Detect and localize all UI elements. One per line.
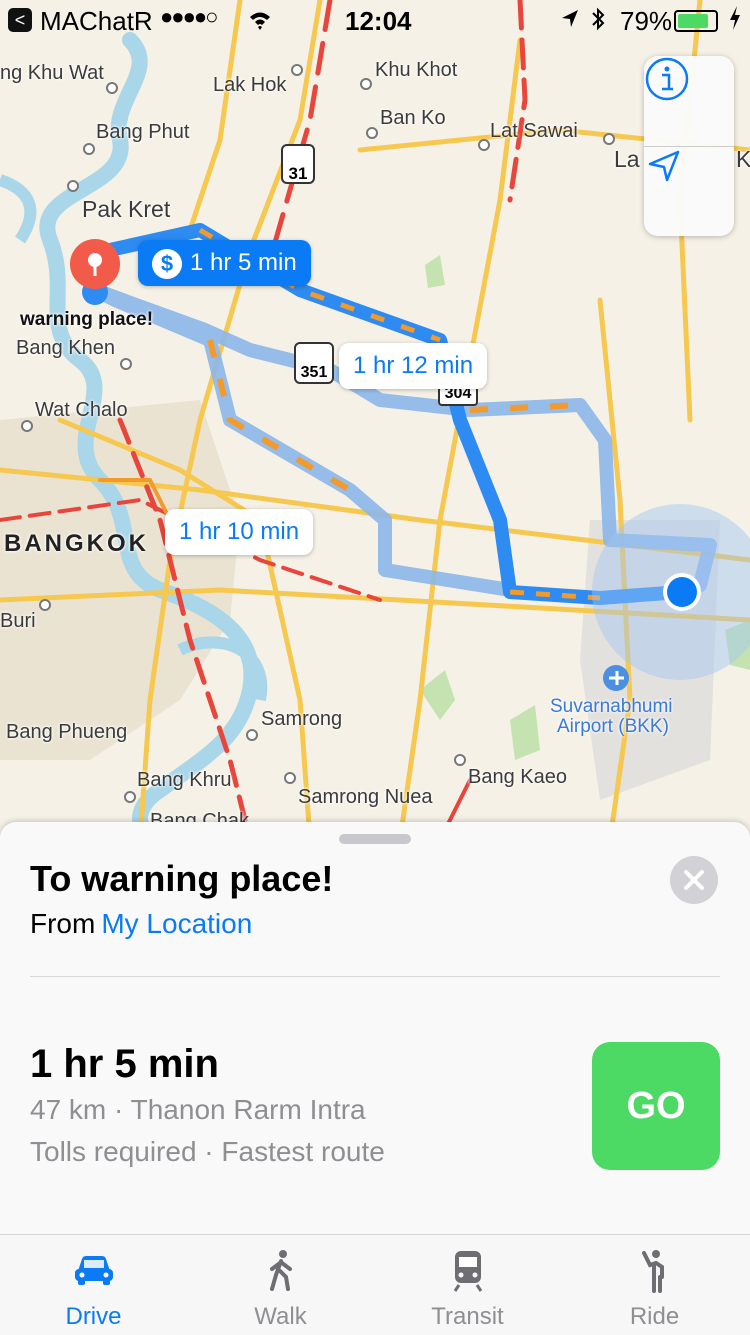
wifi-icon	[248, 6, 272, 37]
go-button[interactable]: GO	[592, 1042, 720, 1170]
map-view[interactable]: 31 351 304 ng Khu Wat Lak Hok Khu Khot B…	[0, 0, 750, 840]
tab-ride[interactable]: Ride	[561, 1235, 748, 1335]
train-icon	[453, 1251, 482, 1292]
signal-strength: ●●●●○	[160, 4, 218, 29]
tab-label: Transit	[431, 1303, 504, 1330]
battery-icon	[674, 10, 718, 32]
place-label: Samrong Nuea	[298, 786, 433, 808]
route-bubble-alt1[interactable]: 1 hr 12 min	[339, 343, 488, 389]
route-duration: 1 hr 5 min	[30, 1042, 219, 1086]
close-button[interactable]	[670, 856, 718, 904]
place-label: Lak Hok	[213, 74, 287, 96]
ride-icon	[641, 1250, 664, 1293]
route-shield-351: 351	[294, 342, 334, 384]
info-icon	[645, 57, 689, 101]
carrier-label: MAChatR	[40, 6, 153, 36]
route-shield-31: 31	[281, 144, 315, 184]
place-label: Ka	[736, 146, 750, 172]
clock: 12:04	[345, 6, 412, 36]
destination-pin[interactable]	[69, 238, 123, 308]
tab-walk[interactable]: Walk	[187, 1235, 374, 1335]
bluetooth-icon	[590, 6, 606, 39]
place-label: Bang Phueng	[6, 721, 128, 743]
place-label: Bang Khru	[137, 769, 232, 791]
route-bubble-alt2[interactable]: 1 hr 10 min	[165, 509, 314, 555]
toll-icon: $	[152, 248, 182, 279]
map-pin-icon	[70, 239, 120, 305]
destination-label: warning place!	[20, 309, 154, 330]
place-label: Pak Kret	[82, 196, 171, 222]
walk-icon	[269, 1250, 292, 1291]
route-distance-via: 47 km · Thanon Rarm Intra	[30, 1094, 366, 1125]
car-icon	[74, 1256, 113, 1285]
tab-transit[interactable]: Transit	[374, 1235, 561, 1335]
place-label: Khu Khot	[375, 59, 458, 81]
from-prefix: From	[30, 908, 96, 939]
back-to-app-button[interactable]: <	[8, 8, 32, 32]
tab-drive[interactable]: Drive	[0, 1235, 187, 1335]
map-controls	[644, 56, 734, 236]
locate-button[interactable]	[644, 146, 734, 236]
place-label: Buri	[0, 610, 36, 632]
place-label: Samrong	[261, 708, 343, 730]
tab-label: Walk	[254, 1303, 307, 1330]
divider	[30, 976, 720, 977]
tab-label: Drive	[65, 1303, 122, 1330]
close-icon	[684, 870, 704, 890]
place-label: Wat Chalo	[35, 399, 128, 421]
place-label: La	[614, 146, 640, 172]
route-bubble-primary[interactable]: $1 hr 5 min	[138, 240, 311, 286]
sheet-grabber[interactable]	[339, 834, 411, 844]
status-bar: < MAChatR ●●●●○ 12:04 79%	[0, 0, 750, 40]
from-row: From My Location	[30, 908, 252, 940]
place-label: Lat Sawai	[490, 120, 578, 142]
city-label: BANGKOK	[4, 530, 149, 557]
destination-title: To warning place!	[30, 858, 334, 899]
route-notes: Tolls required · Fastest route	[30, 1136, 385, 1167]
location-arrow-icon	[648, 150, 680, 182]
info-button[interactable]	[644, 56, 734, 146]
from-location-link[interactable]: My Location	[101, 908, 252, 939]
route-bubble-primary-label: 1 hr 5 min	[190, 249, 297, 276]
tab-label: Ride	[629, 1303, 680, 1330]
battery-percentage: 79%	[620, 6, 673, 36]
location-services-icon	[560, 6, 580, 37]
transport-tab-bar: Drive Walk Transit Ride	[0, 1234, 750, 1335]
place-label: ng Khu Wat	[0, 62, 104, 84]
place-label: Bang Khen	[16, 337, 115, 359]
place-label: Bang Kaeo	[468, 766, 567, 788]
charging-icon	[728, 4, 742, 39]
place-label: Ban Ko	[380, 107, 446, 129]
place-label: Bang Phut	[96, 121, 190, 143]
airport-label: Airport (BKK)	[557, 716, 669, 737]
airport-label: Suvarnabhumi	[550, 696, 673, 717]
